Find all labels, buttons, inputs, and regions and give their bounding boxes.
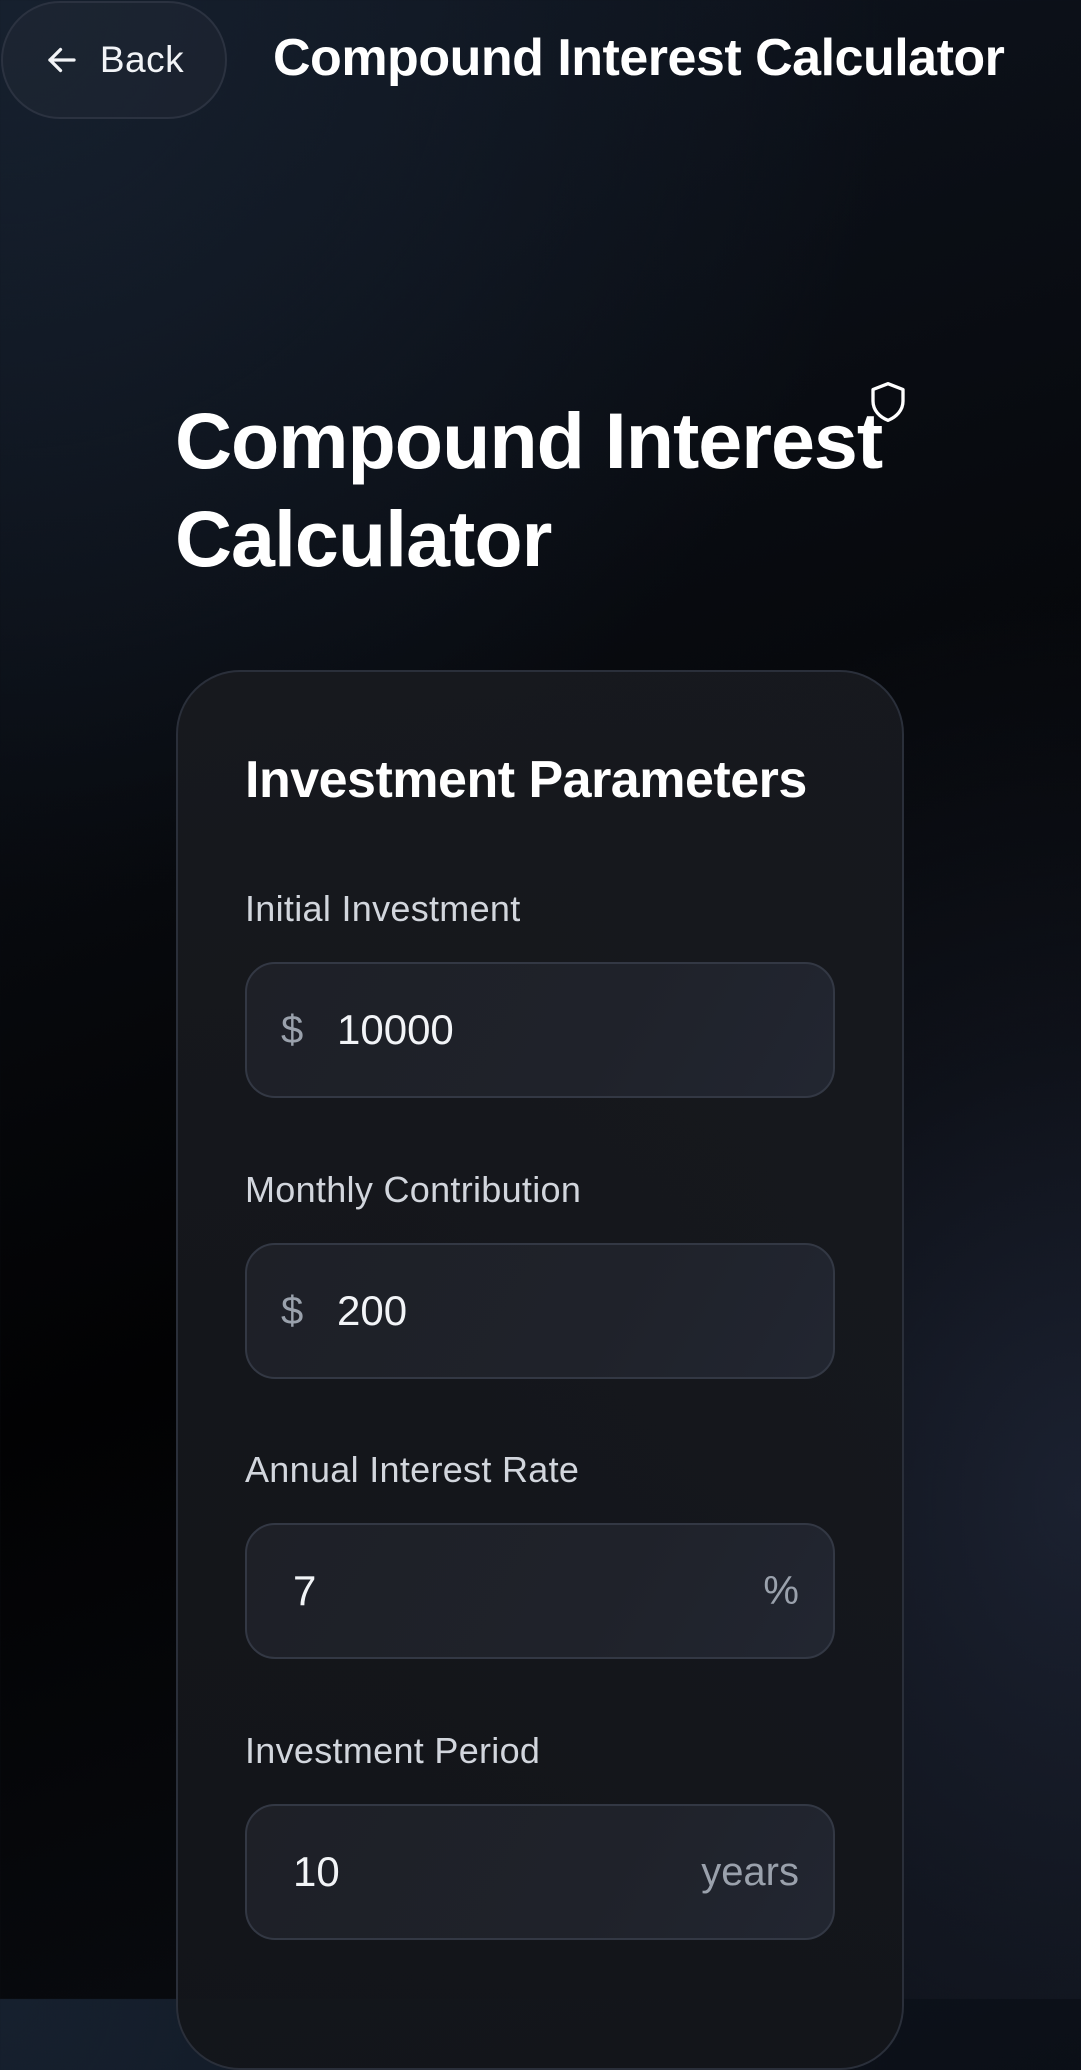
investment-period-input[interactable] (281, 1848, 690, 1896)
percent-suffix: % (763, 1568, 799, 1613)
investment-period-label: Investment Period (245, 1730, 541, 1771)
page-title: Compound Interest Calculator (175, 396, 883, 583)
annual-interest-rate-field[interactable]: % (245, 1523, 835, 1659)
currency-prefix: $ (281, 1288, 304, 1333)
monthly-contribution-input[interactable] (337, 1287, 799, 1335)
currency-prefix: $ (281, 1007, 304, 1052)
arrow-left-icon (44, 42, 80, 78)
investment-period-field[interactable]: years (245, 1804, 835, 1940)
annual-interest-rate-label: Annual Interest Rate (245, 1449, 580, 1490)
card-title: Investment Parameters (245, 751, 807, 809)
initial-investment-field[interactable]: $ (245, 962, 835, 1098)
initial-investment-input[interactable] (337, 1006, 799, 1054)
monthly-contribution-field[interactable]: $ (245, 1243, 835, 1379)
header-title: Compound Interest Calculator (273, 29, 1005, 87)
investment-parameters-card: Investment Parameters Initial Investment… (176, 670, 904, 2070)
shield-icon (868, 380, 908, 424)
monthly-contribution-label: Monthly Contribution (245, 1169, 582, 1210)
back-button-label: Back (99, 39, 185, 80)
initial-investment-label: Initial Investment (245, 888, 521, 929)
back-button[interactable]: Back (1, 1, 227, 119)
annual-interest-rate-input[interactable] (281, 1567, 752, 1615)
years-suffix: years (701, 1849, 799, 1894)
